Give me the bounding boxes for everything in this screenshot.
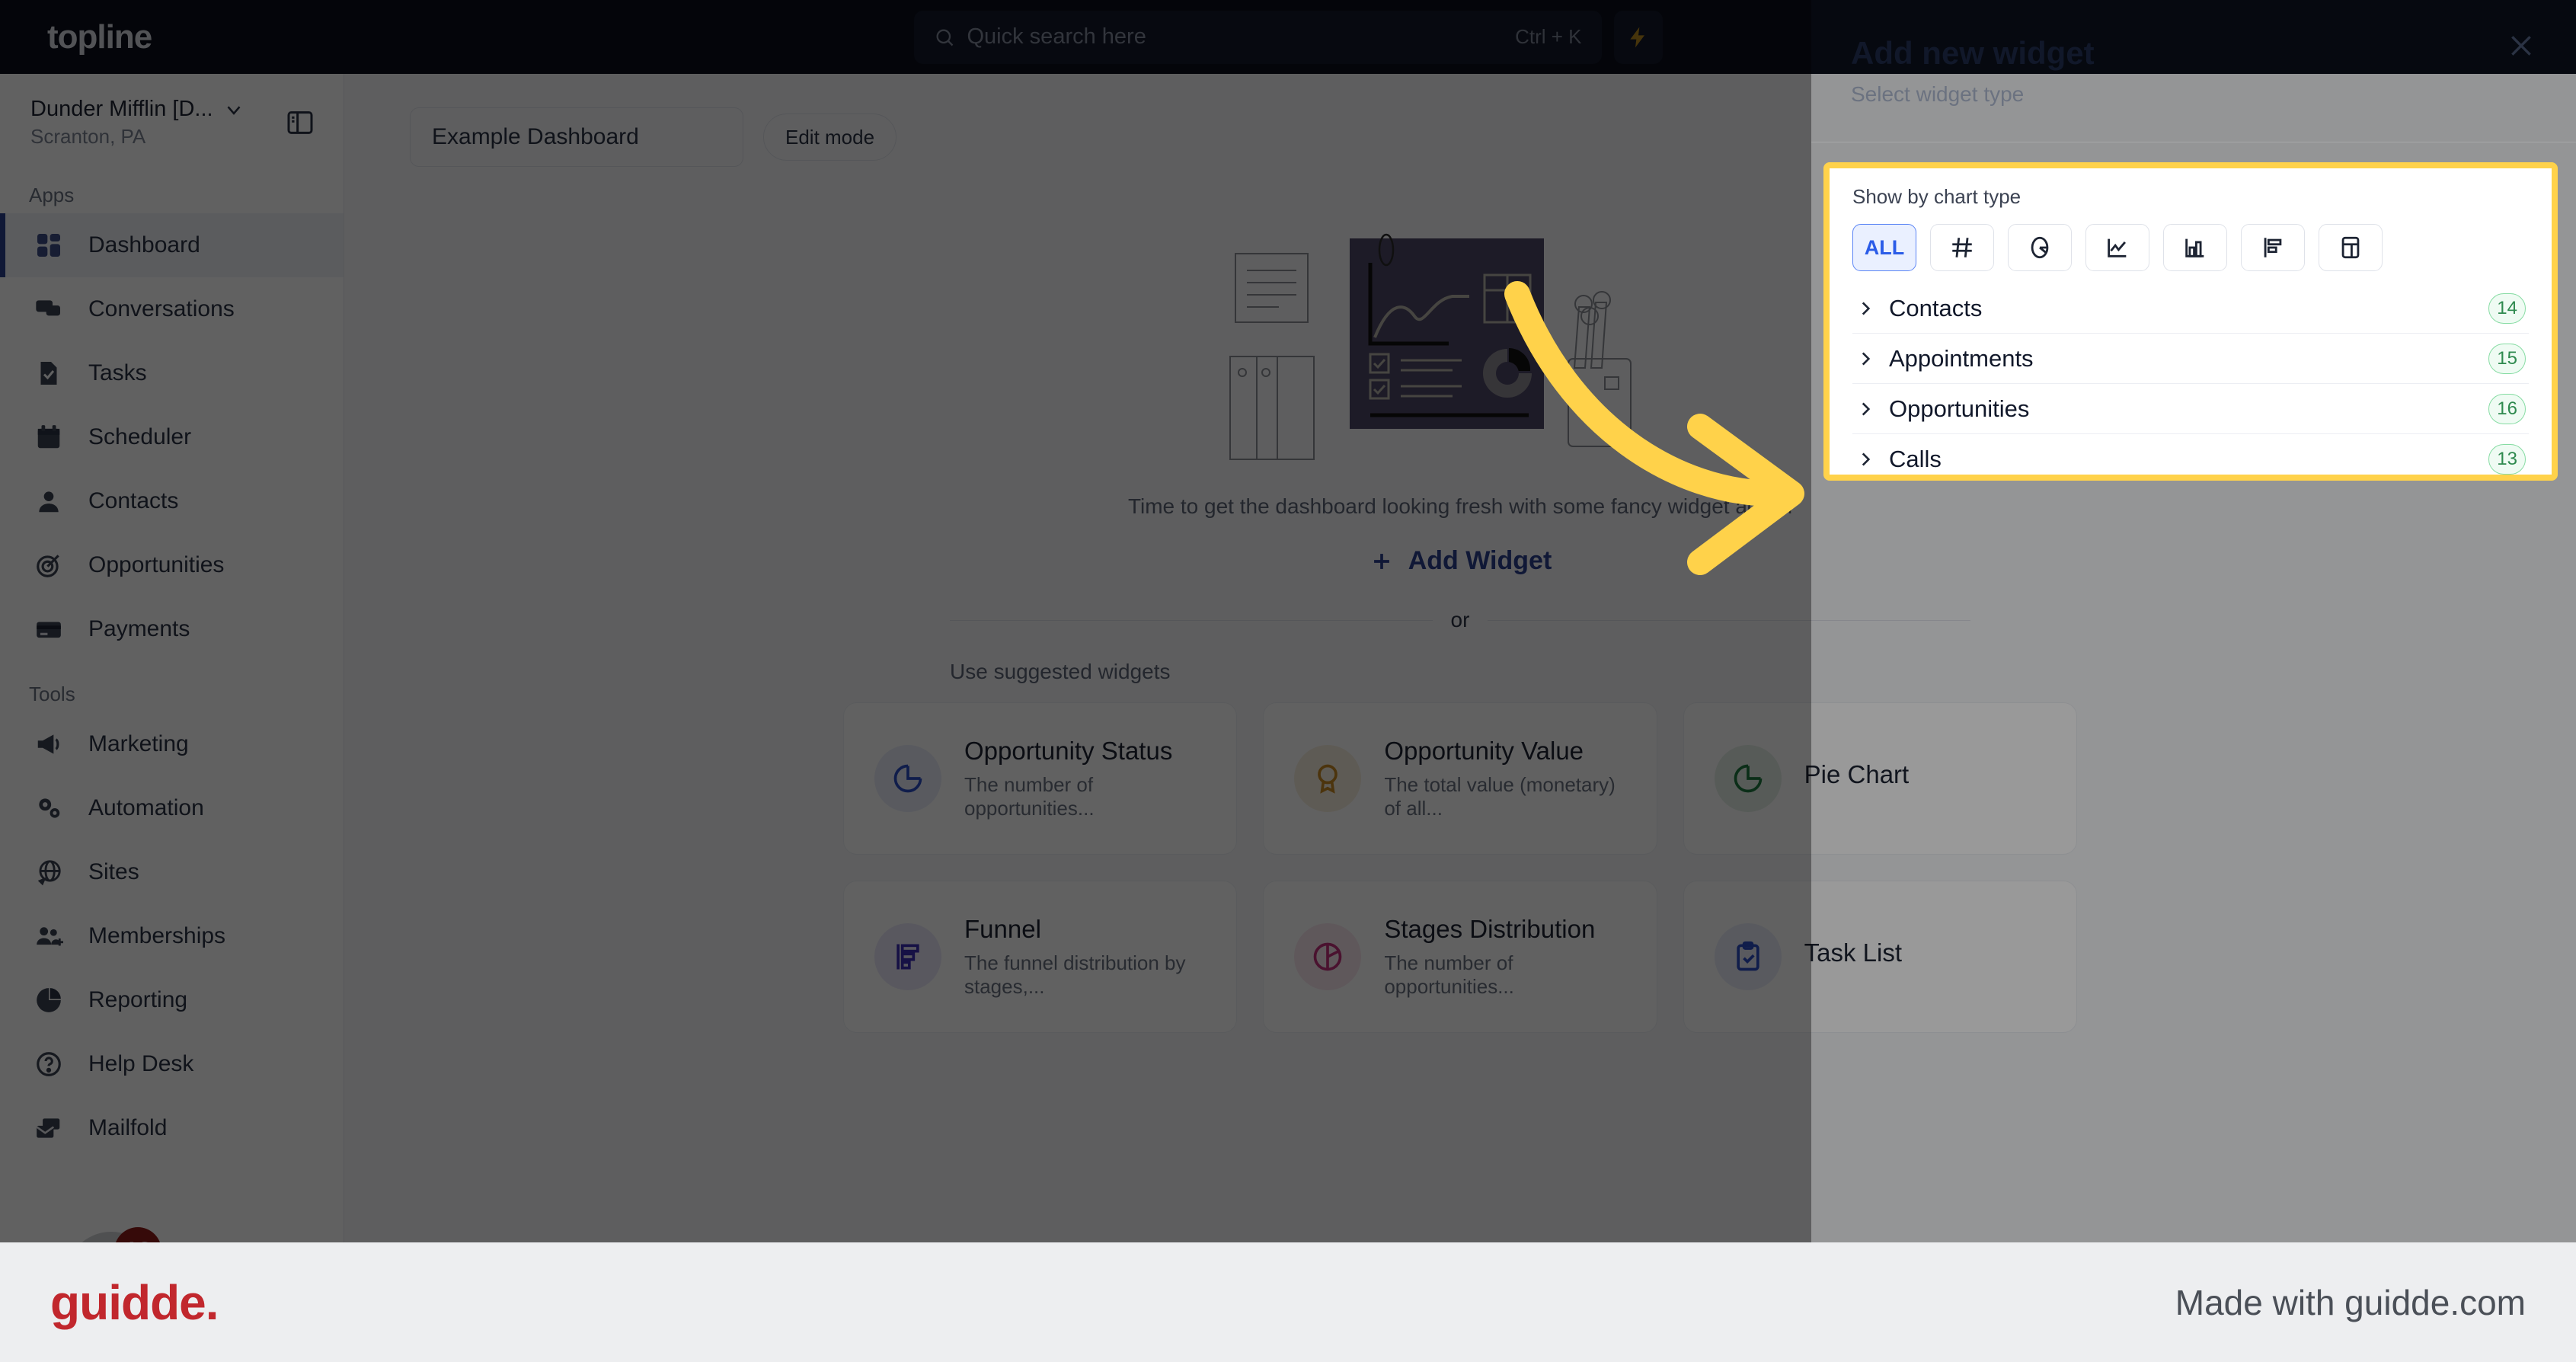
screen-root: topline Quick search here Ctrl + K Dund — [0, 0, 2576, 1362]
chevron-right-icon — [1862, 301, 1871, 315]
pie-chart-icon — [2031, 236, 2049, 259]
modal-scrim[interactable] — [0, 0, 1811, 1242]
line-chart-icon — [2108, 238, 2127, 257]
guidde-logo: guidde. — [50, 1274, 219, 1330]
chart-type-label: Show by chart type — [1852, 185, 2021, 208]
bar-chart-icon — [2185, 238, 2204, 257]
category-row-opportunities[interactable]: Opportunities 16 — [1852, 384, 2529, 434]
category-label: Calls — [1889, 445, 1942, 472]
panel-title: Add new widget — [1851, 35, 2095, 71]
chart-filter-line[interactable] — [2085, 224, 2149, 271]
table-icon — [2341, 236, 2360, 259]
category-label: Opportunities — [1889, 395, 2030, 422]
chevron-right-icon — [1862, 401, 1871, 416]
category-count-badge: 13 — [2488, 443, 2526, 475]
category-label: Appointments — [1889, 344, 2034, 372]
category-count-badge: 16 — [2488, 393, 2526, 424]
made-with-guidde-label: Made with guidde.com — [2175, 1282, 2526, 1322]
panel-header: Add new widget Select widget type — [1811, 0, 2576, 107]
chart-filter-pie[interactable] — [2008, 224, 2072, 271]
category-row-calls[interactable]: Calls 13 — [1852, 434, 2529, 475]
all-label: ALL — [1864, 235, 1905, 259]
guidde-footer: guidde. Made with guidde.com — [0, 1242, 2576, 1362]
chevron-right-icon — [1862, 351, 1871, 366]
category-count-badge: 14 — [2488, 293, 2526, 324]
h-bar-chart-icon — [2264, 238, 2282, 257]
application-window: topline Quick search here Ctrl + K Dund — [0, 0, 2576, 1323]
chart-type-filters: ALL — [1852, 224, 2529, 271]
category-row-appointments[interactable]: Appointments 15 — [1852, 334, 2529, 384]
chart-filter-table[interactable] — [2319, 224, 2383, 271]
panel-subtitle: Select widget type — [1851, 82, 2025, 106]
widget-category-list: Contacts 14 Appointments 15 Opportunitie… — [1852, 283, 2529, 475]
chart-filter-bar[interactable] — [2163, 224, 2227, 271]
category-count-badge: 15 — [2488, 343, 2526, 374]
add-widget-panel: Add new widget Select widget type Widget… — [1811, 0, 2576, 1242]
panel-close-button[interactable] — [2500, 24, 2542, 67]
chevron-right-icon — [1862, 452, 1871, 466]
chart-filter-number[interactable] — [1930, 224, 1994, 271]
chart-filter-horizontal-bar[interactable] — [2241, 224, 2305, 271]
hash-icon — [1952, 238, 1972, 257]
highlighted-widget-browser: Show by chart type ALL Contacts 14 Appoi… — [1823, 162, 2558, 481]
category-row-contacts[interactable]: Contacts 14 — [1852, 283, 2529, 334]
close-icon — [2511, 36, 2531, 56]
category-label: Contacts — [1889, 294, 1983, 321]
chart-filter-all[interactable]: ALL — [1852, 224, 1916, 271]
